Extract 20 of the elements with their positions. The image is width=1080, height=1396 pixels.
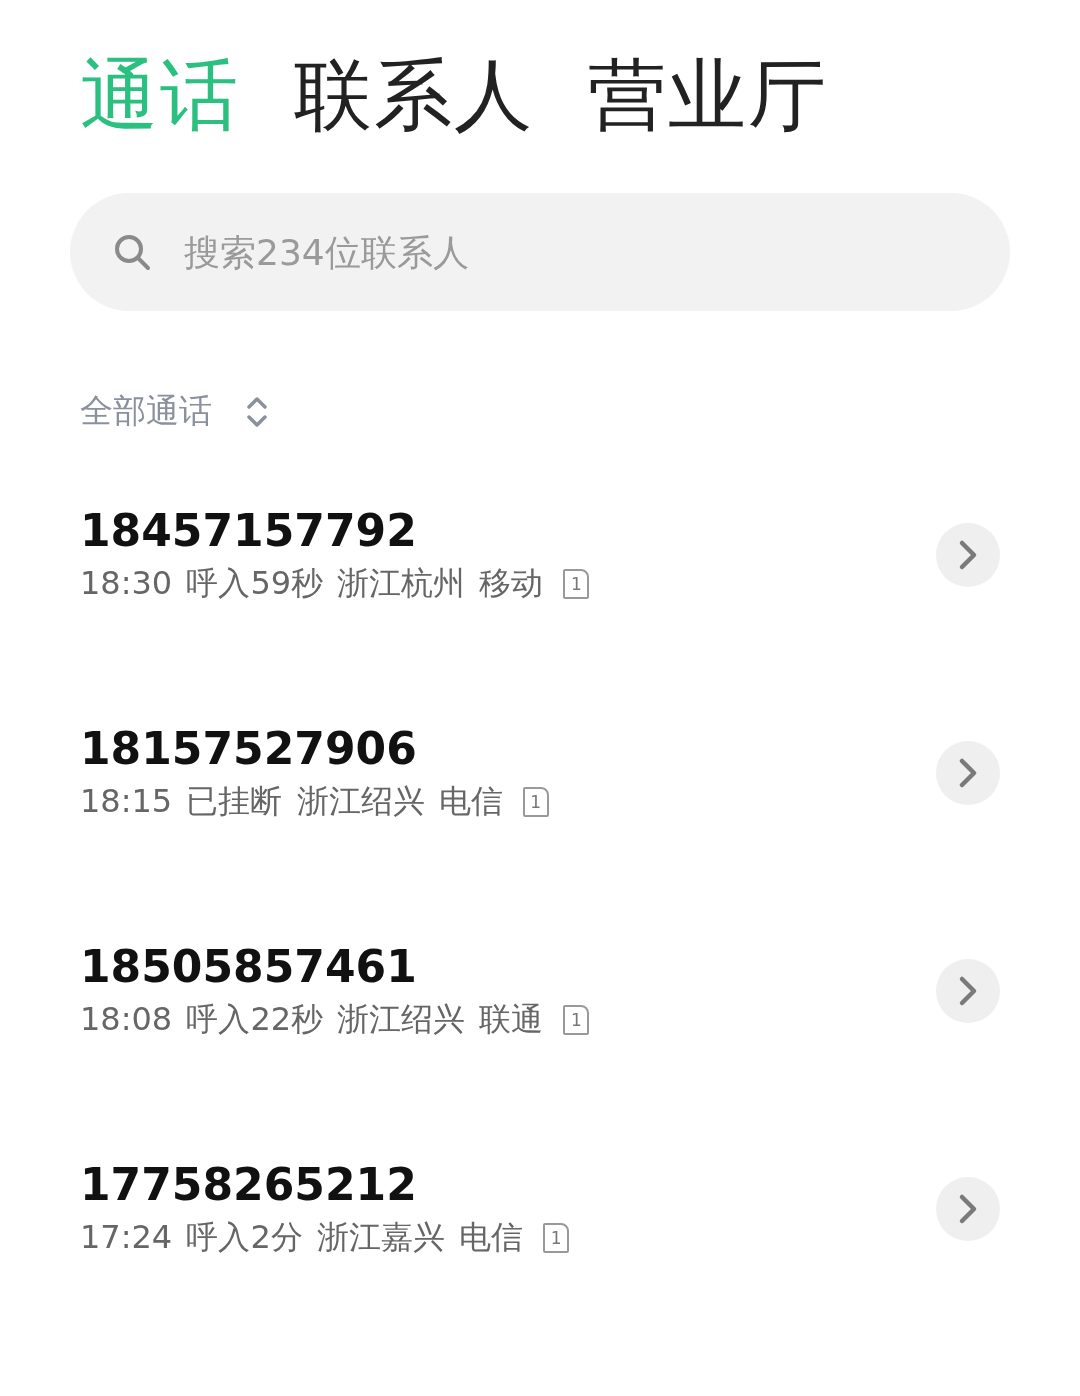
tab[interactable]: 营业厅 [588,43,828,149]
chevron-right-icon [957,756,979,790]
phone-number: 18157527906 [80,722,418,774]
sim-badge: 1 [563,568,590,599]
call-detail: 18:08 呼入22秒 浙江绍兴 联通 [80,998,544,1040]
chevron-right-icon [957,1192,979,1226]
chevron-right-icon [957,974,979,1008]
tab[interactable]: 联系人 [294,43,534,149]
search-field[interactable]: 搜索234位联系人 [70,193,1010,311]
sort-toggle-icon[interactable] [246,394,268,429]
call-detail: 18:15 已挂断 浙江绍兴 电信 [80,780,503,822]
sim-badge: 1 [563,1004,590,1035]
chevron-right-icon [957,538,979,572]
phone-number: 18457157792 [80,504,418,556]
sim-badge: 1 [543,1222,570,1253]
call-detail: 18:30 呼入59秒 浙江杭州 移动 [80,562,544,604]
phone-number: 18505857461 [80,940,418,992]
call-detail: 17:24 呼入2分 浙江嘉兴 电信 [80,1216,524,1258]
sim-badge: 1 [522,786,549,817]
phone-number: 17758265212 [80,1158,418,1210]
